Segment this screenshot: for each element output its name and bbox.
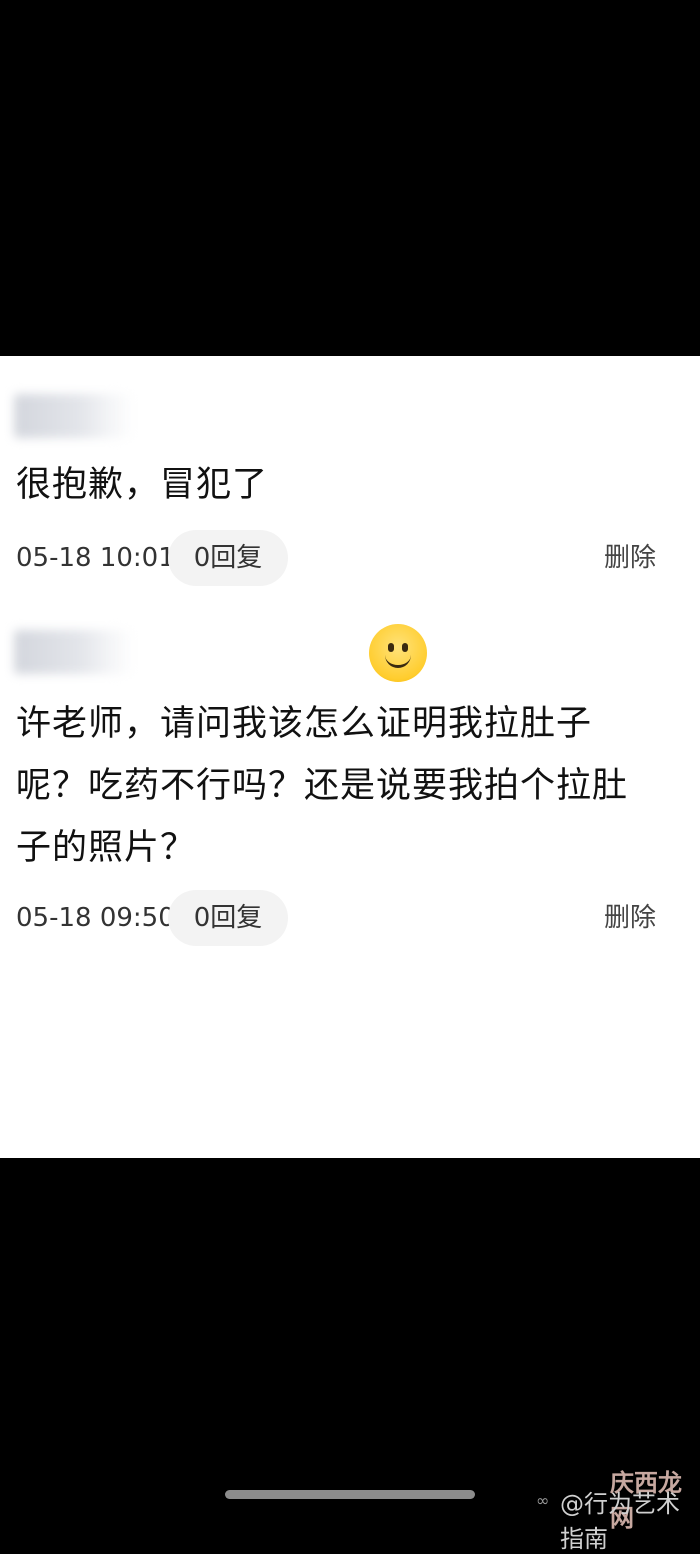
weibo-icon: ∞ — [536, 1491, 550, 1510]
home-indicator[interactable] — [225, 1490, 475, 1499]
watermark-handle: @行为艺术指南 — [560, 1490, 680, 1553]
comment-time: 05-18 09:50 — [16, 903, 175, 933]
blurred-username — [14, 394, 134, 438]
blurred-username — [14, 630, 134, 674]
reply-button[interactable]: 0回复 — [168, 530, 288, 586]
comment-text: 许老师，请问我该怎么证明我拉肚子呢？吃药不行吗？还是说要我拍个拉肚子的照片？ — [16, 704, 629, 868]
comment-text: 很抱歉，冒犯了 — [16, 465, 269, 505]
delete-button[interactable]: 删除 — [604, 890, 656, 946]
comment-meta: 05-18 10:01 0回复 删除 — [0, 530, 700, 586]
comment-time: 05-18 10:01 — [16, 543, 175, 573]
comment-panel: 很抱歉，冒犯了 05-18 10:01 0回复 删除 许老师，请问我该怎么证明我… — [0, 356, 700, 1158]
delete-button[interactable]: 删除 — [604, 530, 656, 586]
smiley-emoji-icon — [369, 624, 427, 682]
reply-button[interactable]: 0回复 — [168, 890, 288, 946]
comment-meta: 05-18 09:50 0回复 删除 — [0, 890, 700, 946]
